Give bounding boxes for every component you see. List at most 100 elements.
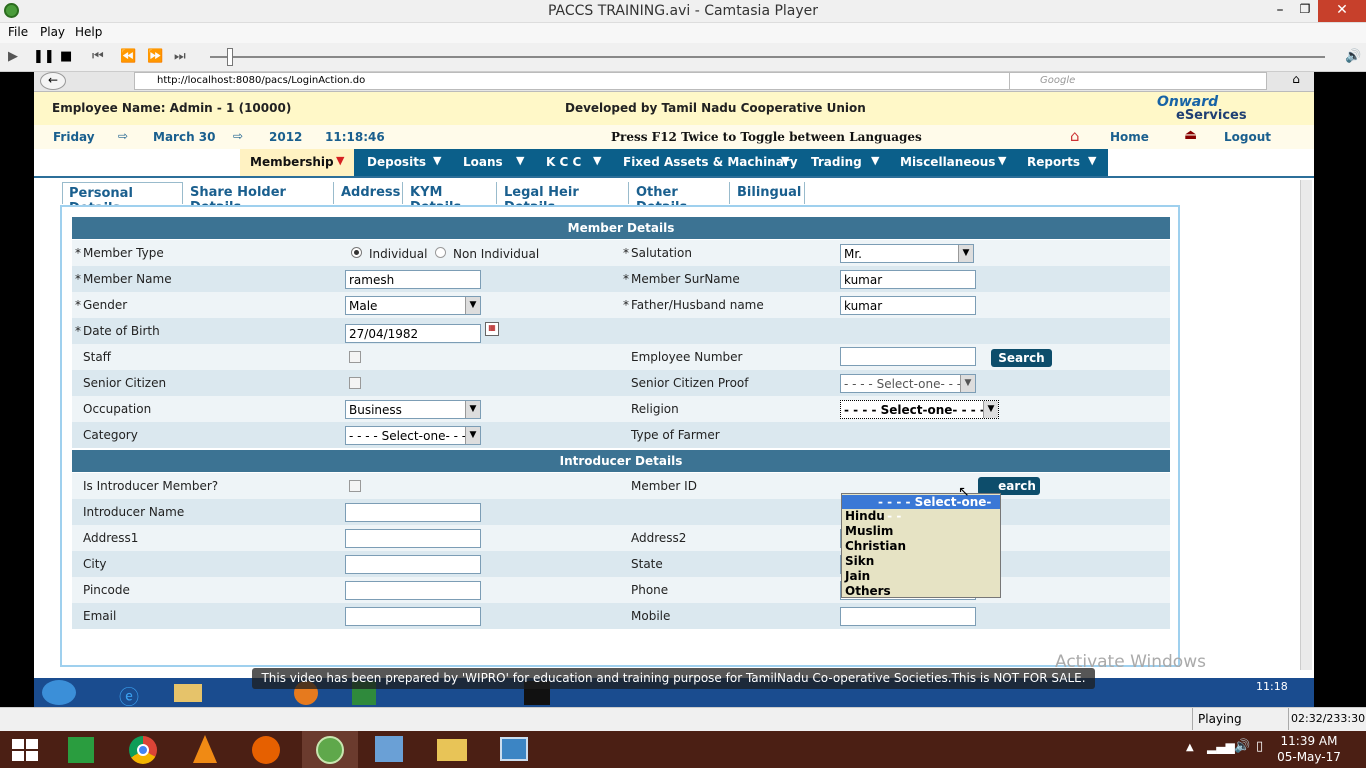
logout-icon[interactable]: ⏏ xyxy=(1184,127,1197,143)
tab-personal-details[interactable]: Personal Details xyxy=(62,182,183,216)
salutation-select[interactable]: Mr. ▼ xyxy=(840,244,974,263)
dropdown-option-hindu[interactable]: Hindu xyxy=(845,509,885,523)
religion-select[interactable]: - - - - Select-one- - - - ▼ xyxy=(840,400,999,419)
form-row: Introducer Name xyxy=(72,499,1170,525)
windows-logo-icon[interactable] xyxy=(12,739,38,761)
battery-icon[interactable]: ▯ xyxy=(1256,739,1263,754)
network-icon[interactable]: ▂▄▆ xyxy=(1207,740,1235,754)
camtasia-player-icon[interactable] xyxy=(302,731,358,768)
tab-bilingual[interactable]: Bilingual xyxy=(731,182,805,204)
nav-reports[interactable]: Reports ▼ xyxy=(1016,149,1108,176)
time-text: 11:18:46 xyxy=(325,130,385,144)
store-icon[interactable] xyxy=(57,731,107,768)
city-input[interactable] xyxy=(345,555,481,574)
minimize-button[interactable]: – xyxy=(1271,2,1289,20)
window-title: PACCS TRAINING.avi - Camtasia Player xyxy=(547,3,819,19)
form-row: Address1 Address2 xyxy=(72,525,1170,551)
senior-checkbox[interactable] xyxy=(349,377,361,389)
occupation-label: Occupation xyxy=(83,402,152,416)
dropdown-option-christian[interactable]: Christian xyxy=(845,539,906,553)
nav-kcc[interactable]: K C C ▼ xyxy=(532,149,608,176)
inner-scrollbar[interactable] xyxy=(1300,180,1312,670)
menu-help[interactable]: Help xyxy=(75,25,102,39)
tab-kym-details[interactable]: KYM Details xyxy=(404,182,497,215)
individual-radio[interactable] xyxy=(351,247,362,258)
seek-track[interactable] xyxy=(210,56,1325,58)
nav-deposits[interactable]: Deposits ▼ xyxy=(354,149,450,176)
mobile-input[interactable] xyxy=(840,607,976,626)
category-label: Category xyxy=(83,428,138,442)
vlc-icon[interactable] xyxy=(180,731,230,768)
stop-icon[interactable]: ■ xyxy=(60,49,72,64)
volume-icon[interactable]: 🔊 xyxy=(1345,49,1361,64)
taskbar-date[interactable]: 05-May-17 xyxy=(1274,750,1344,764)
tab-share-holder-details[interactable]: Share Holder Details xyxy=(184,182,334,215)
tab-address[interactable]: Address xyxy=(335,182,403,204)
is-introducer-checkbox[interactable] xyxy=(349,480,361,492)
address1-input[interactable] xyxy=(345,529,481,548)
logout-link[interactable]: Logout xyxy=(1224,130,1271,144)
employee-number-input[interactable] xyxy=(840,347,976,366)
taskbar-time[interactable]: 11:39 AM xyxy=(1274,734,1344,748)
chevron-down-icon: ▼ xyxy=(960,375,975,392)
firefox-icon[interactable] xyxy=(241,731,291,768)
pause-icon[interactable]: ❚❚ xyxy=(33,49,55,64)
tab-legal-heir-details[interactable]: Legal Heir Details xyxy=(498,182,629,215)
seek-thumb[interactable] xyxy=(227,48,233,66)
volume-tray-icon[interactable]: 🔊 xyxy=(1234,739,1250,754)
tab-other-details[interactable]: Other Details xyxy=(630,182,730,215)
search-box[interactable]: Google xyxy=(1009,72,1267,90)
nav-miscellaneous[interactable]: Miscellaneous ▼ xyxy=(890,149,1016,176)
skip-start-icon[interactable]: ⏮ xyxy=(92,49,104,64)
dropdown-option-sikn[interactable]: Sikn xyxy=(845,554,874,568)
form-row: Category - - - - Select-one- - - - ▼ Type… xyxy=(72,422,1170,448)
skip-end-icon[interactable]: ⏭ xyxy=(174,49,186,64)
close-button[interactable]: ✕ xyxy=(1318,0,1366,22)
home-link[interactable]: Home xyxy=(1110,130,1149,144)
employee-search-button[interactable]: Search xyxy=(991,349,1052,367)
chevron-down-icon: ▼ xyxy=(336,154,345,167)
father-input[interactable]: kumar xyxy=(840,296,976,315)
forward-icon[interactable]: ⏩ xyxy=(147,49,163,64)
nav-trading[interactable]: Trading ▼ xyxy=(800,149,890,176)
email-input[interactable] xyxy=(345,607,481,626)
non-individual-radio[interactable] xyxy=(435,247,446,258)
dropdown-option-muslim[interactable]: Muslim xyxy=(845,524,893,538)
play-icon[interactable]: ▶ xyxy=(8,49,18,64)
form-row: * Gender Male ▼ * Father/Husband name kum… xyxy=(72,292,1170,318)
dob-input[interactable]: 27/04/1982 xyxy=(345,324,481,343)
nav-loans[interactable]: Loans ▼ xyxy=(450,149,532,176)
occupation-select[interactable]: Business ▼ xyxy=(345,400,481,419)
control-panel-icon[interactable] xyxy=(364,731,414,768)
home-browser-icon[interactable]: ⌂ xyxy=(1284,72,1308,90)
tray-chevron-icon[interactable]: ▲ xyxy=(1186,742,1194,753)
father-label: Father/Husband name xyxy=(631,298,764,312)
menu-file[interactable]: File xyxy=(8,25,28,39)
back-icon[interactable]: ← xyxy=(40,72,66,90)
surname-input[interactable]: kumar xyxy=(840,270,976,289)
dropdown-option-jain[interactable]: Jain xyxy=(845,569,870,583)
staff-checkbox[interactable] xyxy=(349,351,361,363)
chevron-down-icon: ▼ xyxy=(998,154,1007,167)
calendar-icon[interactable]: ▦ xyxy=(485,322,499,336)
pincode-input[interactable] xyxy=(345,581,481,600)
rewind-icon[interactable]: ⏪ xyxy=(120,49,136,64)
dropdown-option-others[interactable]: Others xyxy=(845,584,891,598)
photos-icon[interactable] xyxy=(489,731,539,768)
introducer-name-input[interactable] xyxy=(345,503,481,522)
senior-proof-value: - - - - Select-one- - - - xyxy=(844,377,970,391)
surname-label: Member SurName xyxy=(631,272,740,286)
video-area: ← http://localhost:8080/pacs/LoginAction… xyxy=(34,72,1314,707)
category-select[interactable]: - - - - Select-one- - - - ▼ xyxy=(345,426,481,445)
chrome-icon[interactable] xyxy=(118,731,168,768)
nav-membership[interactable]: Membership ▼ xyxy=(240,149,354,176)
home-icon[interactable]: ⌂ xyxy=(1070,127,1080,145)
file-explorer-icon[interactable] xyxy=(427,731,477,768)
menu-play[interactable]: Play xyxy=(40,25,65,39)
nav-fixed-assets[interactable]: Fixed Assets & Machinary ▼ xyxy=(608,149,800,176)
dropdown-option-selected[interactable]: - - - - Select-one- - - - xyxy=(842,495,1000,523)
gender-select[interactable]: Male ▼ xyxy=(345,296,481,315)
member-name-input[interactable]: ramesh xyxy=(345,270,481,289)
senior-proof-select[interactable]: - - - - Select-one- - - - ▼ xyxy=(840,374,976,393)
maximize-button[interactable]: ❐ xyxy=(1296,2,1314,20)
